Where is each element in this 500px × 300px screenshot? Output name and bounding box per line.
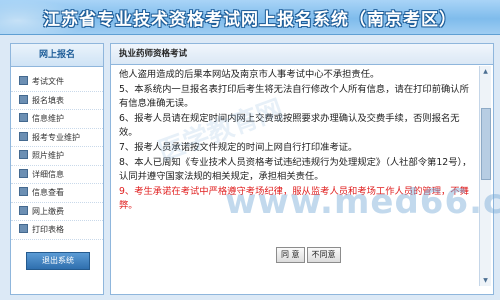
notice-paragraph: 5、本系统内一旦报名表打印后考生将无法自行修改个人所有信息，请在打印前确认所有信… — [119, 83, 469, 110]
panel-heading: 执业药师资格考试 — [111, 44, 493, 65]
document-icon — [19, 76, 28, 85]
exit-button[interactable]: 退出系统 — [26, 252, 90, 270]
notice-paragraph-warning: 9、考生承诺在考试中严格遵守考场纪律，服从监考人员和考场工作人员的管理，不舞弊。 — [119, 185, 469, 212]
disagree-button[interactable]: 不同意 — [306, 247, 341, 263]
sidebar-item-label: 详细信息 — [32, 169, 64, 179]
sidebar-item-label: 网上缴费 — [32, 206, 64, 216]
scroll-down-icon[interactable]: ▼ — [481, 276, 490, 285]
main-panel: 执业药师资格考试 他人盗用造成的后果本网站及南京市人事考试中心不承担责任。 5、… — [110, 43, 494, 295]
print-icon — [19, 224, 28, 233]
sidebar-heading: 网上报名 — [11, 44, 103, 67]
scrollbar[interactable]: ▲ ▼ — [479, 66, 491, 286]
notice-text: 他人盗用造成的后果本网站及南京市人事考试中心不承担责任。 5、本系统内一旦报名表… — [119, 68, 475, 254]
sidebar-item-photo-maintain[interactable]: 照片维护 — [11, 147, 103, 166]
sidebar-item-info-view[interactable]: 信息查看 — [11, 184, 103, 203]
sidebar-item-major-maintain[interactable]: 报考专业维护 — [11, 129, 103, 147]
page-title: 江苏省专业技术资格考试网上报名系统（南京考区） — [43, 10, 457, 30]
notice-paragraph: 8、本人已周知《专业技术人员资格考试违纪违规行为处理规定》（人社部令第12号），… — [119, 156, 472, 183]
sidebar-item-registration-form[interactable]: 报名填表 — [11, 92, 103, 110]
agree-button[interactable]: 同 意 — [276, 247, 305, 263]
sidebar-item-exam-docs[interactable]: 考试文件 — [11, 73, 103, 92]
notice-paragraph: 他人盗用造成的后果本网站及南京市人事考试中心不承担责任。 — [119, 69, 380, 80]
form-icon — [19, 94, 28, 104]
scroll-up-icon[interactable]: ▲ — [481, 67, 490, 76]
view-icon — [19, 187, 28, 196]
sidebar-item-label: 信息维护 — [32, 114, 64, 123]
sidebar-item-label: 信息查看 — [32, 188, 64, 197]
sidebar-item-label: 照片维护 — [32, 151, 64, 160]
photo-icon — [19, 150, 28, 159]
notice-paragraph: 6、报考人员请在规定时间内网上交费或按照要求办理确认及交费手续，否则报名无效。 — [119, 112, 460, 139]
sidebar-item-label: 打印表格 — [32, 225, 64, 234]
payment-icon — [19, 205, 28, 215]
sidebar-item-label: 考试文件 — [32, 77, 64, 86]
sidebar-menu: 考试文件 报名填表 信息维护 报考专业维护 照片维护 详细信息 信息查看 网上缴… — [11, 73, 103, 240]
sidebar-item-details[interactable]: 详细信息 — [11, 166, 103, 184]
sidebar: 网上报名 考试文件 报名填表 信息维护 报考专业维护 照片维护 详细信息 信息查… — [10, 43, 104, 295]
edit-icon — [19, 113, 28, 122]
scrollbar-thumb[interactable] — [481, 108, 491, 180]
notice-paragraph: 7、报考人员承诺按文件规定的时间上网自行打印准考证。 — [119, 141, 358, 153]
sidebar-item-info-maintain[interactable]: 信息维护 — [11, 110, 103, 129]
action-buttons: 同 意不同意 — [276, 242, 343, 263]
sidebar-item-label: 报考专业维护 — [32, 132, 80, 142]
sidebar-item-print-forms[interactable]: 打印表格 — [11, 221, 103, 240]
info-icon — [19, 168, 28, 178]
edit-icon — [19, 131, 28, 141]
sidebar-item-online-payment[interactable]: 网上缴费 — [11, 203, 103, 221]
header-banner: 江苏省专业技术资格考试网上报名系统（南京考区） — [0, 0, 500, 35]
sidebar-item-label: 报名填表 — [32, 95, 64, 105]
